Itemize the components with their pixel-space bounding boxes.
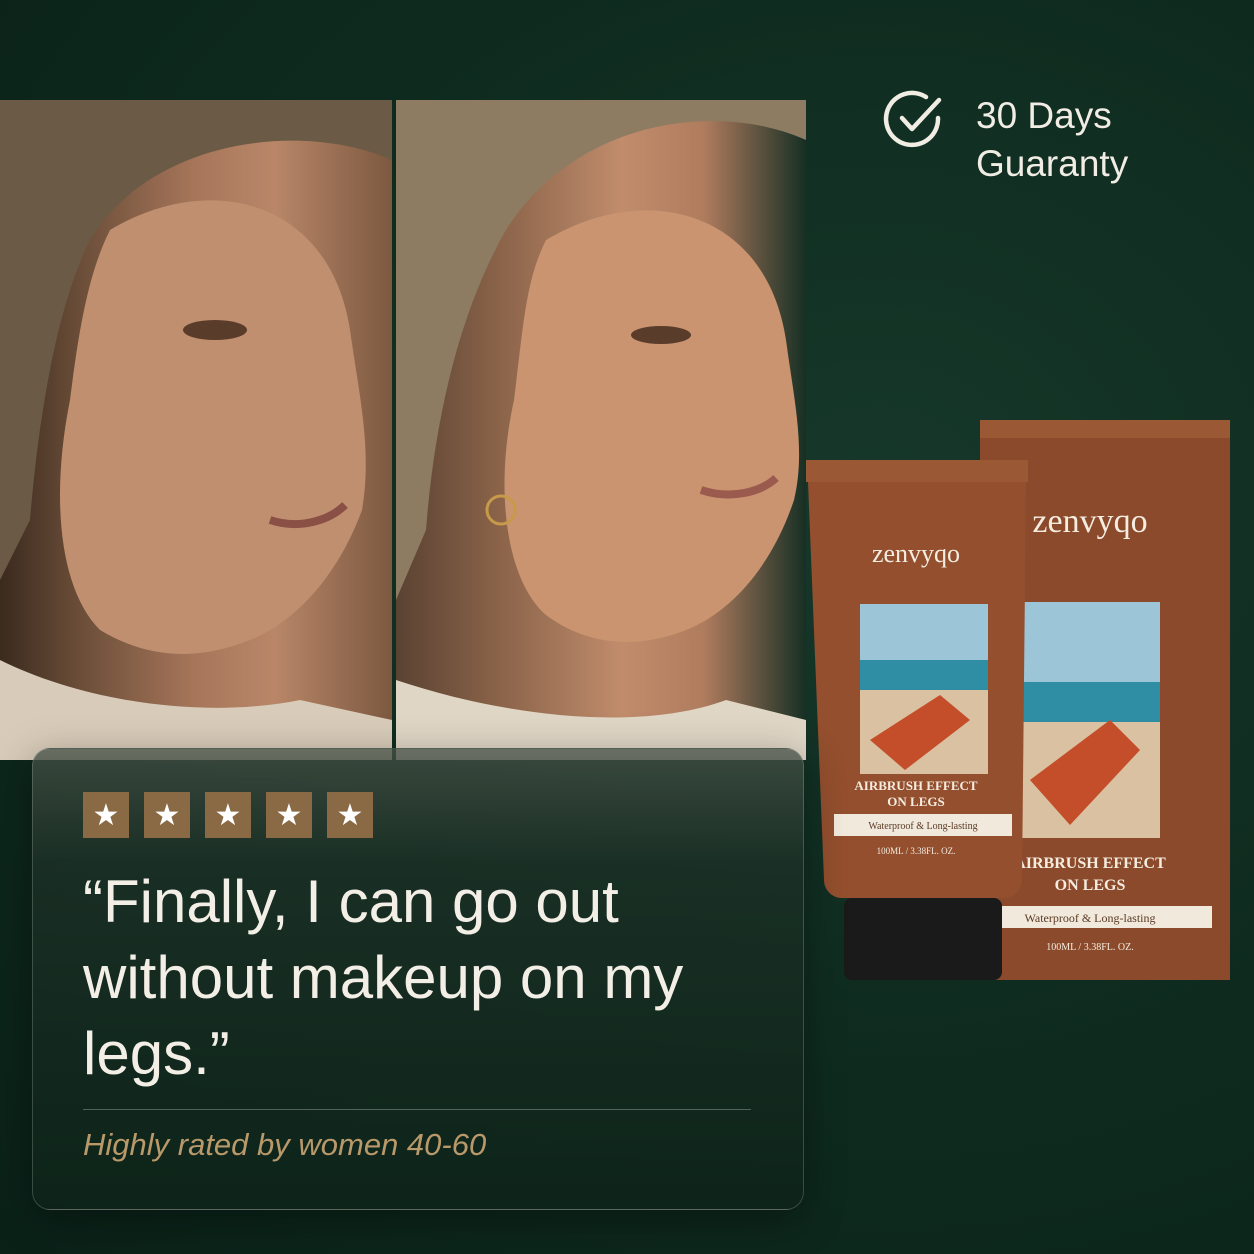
star-rating: ★ ★ ★ ★ ★ [83, 792, 373, 838]
product-image: zenvyqo AIRBRUSH EFFECT ON LEGS Waterpro… [800, 420, 1240, 990]
box-name-line-1: AIRBRUSH EFFECT [1014, 855, 1166, 872]
tube-tagline: Waterproof & Long-lasting [868, 821, 977, 832]
box-name-line-2: ON LEGS [1055, 877, 1126, 894]
review-quote: “Finally, I can go out without makeup on… [83, 868, 684, 1087]
divider [83, 1109, 751, 1110]
box-tagline: Waterproof & Long-lasting [1025, 911, 1156, 925]
tube-name-line-2: ON LEGS [887, 794, 944, 809]
after-photo [396, 100, 806, 760]
star-icon: ★ [266, 792, 312, 838]
star-icon: ★ [83, 792, 129, 838]
box-volume: 100ML / 3.38FL. OZ. [1046, 942, 1133, 953]
tube-name-line-1: AIRBRUSH EFFECT [854, 778, 977, 793]
star-icon: ★ [205, 792, 251, 838]
star-icon: ★ [144, 792, 190, 838]
product-tube: zenvyqo AIRBRUSH EFFECT ON LEGS Waterpro… [806, 460, 1028, 980]
guarantee-line-1: 30 Days [976, 95, 1112, 136]
review-subline: Highly rated by women 40-60 [83, 1127, 487, 1162]
guarantee-line-2: Guaranty [976, 143, 1129, 184]
star-icon: ★ [327, 792, 373, 838]
guarantee-text: 30 Days Guaranty [976, 92, 1128, 188]
box-brand: zenvyqo [1032, 503, 1147, 540]
tube-brand: zenvyqo [872, 539, 960, 568]
guarantee-badge: 30 Days Guaranty [882, 88, 1128, 188]
check-circle-icon [882, 88, 946, 157]
before-photo [0, 100, 392, 760]
review-card: ★ ★ ★ ★ ★ “Finally, I can go out without… [32, 748, 804, 1210]
tube-volume: 100ML / 3.38FL. OZ. [877, 846, 956, 856]
